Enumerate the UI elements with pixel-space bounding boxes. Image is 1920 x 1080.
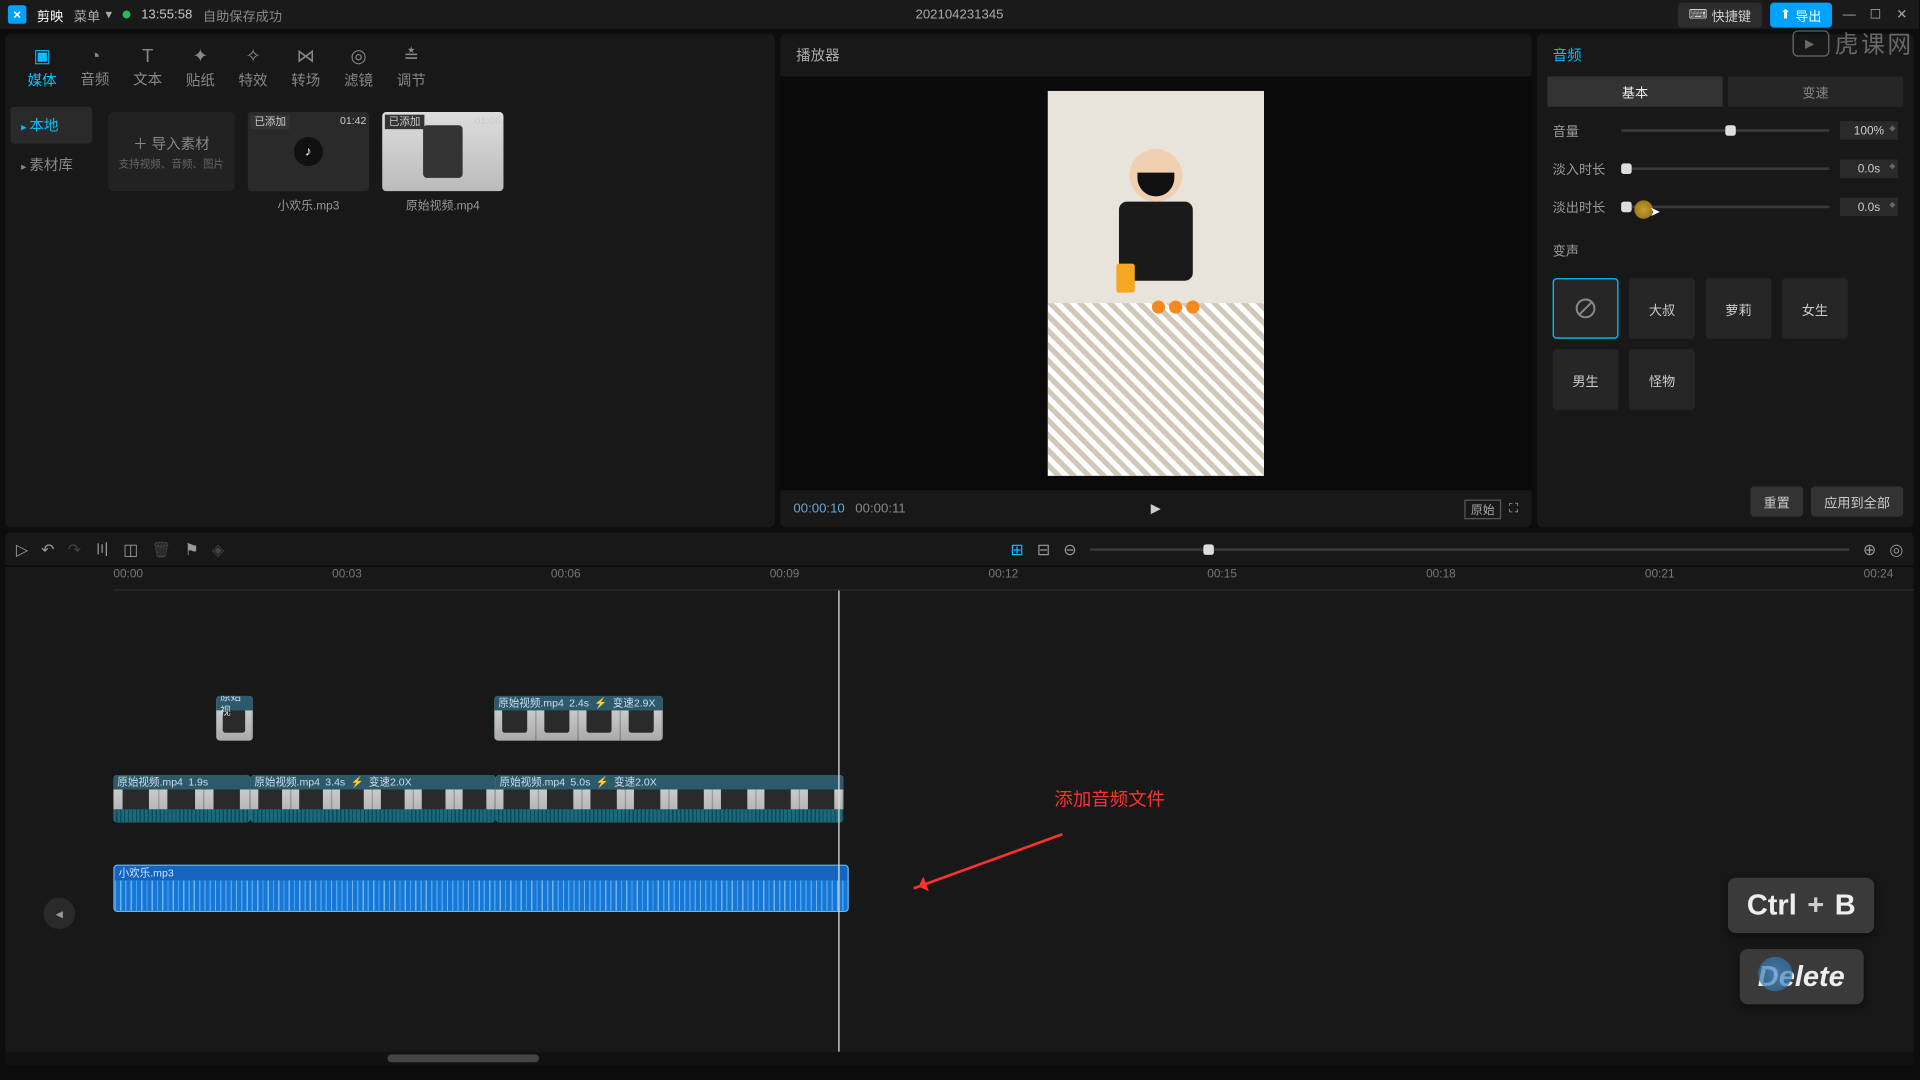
import-button[interactable]: ＋ 导入素材 支持视频、音频、图片 [108, 112, 235, 191]
time-ruler[interactable]: 00:00 00:03 00:06 00:09 00:12 00:15 00:1… [113, 567, 1913, 591]
fadein-slider[interactable] [1621, 167, 1829, 170]
props-title: 音频 [1537, 34, 1914, 76]
export-button[interactable]: ⬆ 导出 [1770, 2, 1832, 27]
tab-filter[interactable]: ◎滤镜 [332, 40, 385, 97]
tab-text[interactable]: T文本 [121, 40, 174, 97]
fadeout-label: 淡出时长 [1553, 196, 1611, 216]
annotation-arrow [913, 833, 1063, 890]
timecode-current: 00:00:10 [793, 501, 844, 515]
media-grid: ＋ 导入素材 支持视频、音频、图片 已添加 01:42 ♪ 小欢乐.mp3 已添… [98, 101, 775, 527]
voice-girl[interactable]: 女生 [1782, 278, 1848, 339]
upper-clip-1[interactable]: 原始视 [216, 696, 253, 741]
tab-adjust[interactable]: ≛调节 [385, 40, 438, 97]
app-name: 剪映 [37, 5, 63, 25]
maximize-icon[interactable]: ☐ [1866, 5, 1884, 23]
main-clip-1[interactable]: 原始视频.mp41.9s [113, 775, 250, 822]
ratio-button[interactable]: 原始 [1464, 499, 1501, 519]
zoom-fit-icon[interactable]: ◎ [1889, 540, 1903, 558]
delete-icon[interactable]: 🗑 [151, 540, 171, 558]
timeline-panel: ▷ ↶ ↷ 〣 ◫ 🗑 ⚑ ◈ ⊞ ⊟ ⊖ ⊕ ◎ 00:00 00:03 00… [5, 532, 1913, 1064]
audio-clip[interactable]: 小欢乐.mp3 [113, 865, 848, 912]
voice-boy[interactable]: 男生 [1553, 349, 1619, 410]
category-tabs: ▣媒体 ◔音频 T文本 ✦贴纸 ✧特效 ⋈转场 ◎滤镜 ≛调节 [5, 34, 775, 101]
tab-audio[interactable]: ◔音频 [69, 40, 122, 97]
voice-section-label: 变声 [1553, 240, 1898, 260]
reset-button[interactable]: 重置 [1750, 486, 1803, 516]
main-clip-2[interactable]: 原始视频.mp43.4s⚡变速2.0X [250, 775, 495, 822]
link-icon[interactable]: ⊟ [1037, 540, 1050, 558]
timecode-total: 00:00:11 [855, 501, 905, 515]
title-bar: ✕ 剪映 菜单▾ 13:55:58 自助保存成功 202104231345 ⌨ … [0, 0, 1919, 29]
voice-monster[interactable]: 怪物 [1629, 349, 1695, 410]
clock: 13:55:58 [141, 7, 192, 21]
sidebar-library[interactable]: 素材库 [11, 146, 93, 183]
track-area[interactable]: 原始视 原始视频.mp42.4s⚡变速2.9X 原始视频.mp41.9s 原始视… [113, 590, 1913, 1051]
media-clip-audio[interactable]: 已添加 01:42 ♪ 小欢乐.mp3 [248, 112, 369, 213]
app-logo: ✕ [8, 5, 26, 23]
marker-icon[interactable]: ◈ [212, 540, 224, 558]
props-tab-speed[interactable]: 变速 [1728, 76, 1903, 106]
main-clip-3[interactable]: 原始视频.mp45.0s⚡变速2.0X [496, 775, 844, 822]
fadein-value[interactable]: 0.0s [1840, 159, 1898, 177]
snap-icon[interactable]: ⊞ [1010, 540, 1023, 558]
redo-icon[interactable]: ↷ [68, 540, 81, 558]
tab-transition[interactable]: ⋈转场 [279, 40, 332, 97]
fullscreen-icon[interactable]: ⛶ [1509, 501, 1518, 515]
player-title: 播放器 [780, 34, 1531, 76]
media-sidebar: 本地 素材库 [5, 101, 97, 527]
zoom-out-icon[interactable]: ⊖ [1063, 540, 1076, 558]
fadein-label: 淡入时长 [1553, 158, 1611, 178]
preview-canvas[interactable] [780, 76, 1531, 490]
autosave-status: 自助保存成功 [203, 5, 282, 25]
voice-none[interactable] [1553, 278, 1619, 339]
close-icon[interactable]: ✕ [1893, 5, 1911, 23]
tab-sticker[interactable]: ✦贴纸 [174, 40, 227, 97]
flag-icon[interactable]: ⚑ [184, 540, 198, 558]
tab-media[interactable]: ▣媒体 [16, 40, 69, 97]
video-frame [1048, 91, 1264, 476]
voice-uncle[interactable]: 大叔 [1629, 278, 1695, 339]
timeline-scrollbar[interactable] [5, 1052, 1913, 1065]
voice-loli[interactable]: 萝莉 [1705, 278, 1771, 339]
crop-icon[interactable]: ◫ [123, 540, 138, 558]
properties-panel: 音频 基本 变速 音量 100% 淡入时长 0.0s 淡出时长 0.0s 变声 [1537, 34, 1914, 527]
annotation-text: 添加音频文件 [1054, 786, 1165, 812]
music-icon: ♪ [294, 137, 323, 166]
undo-icon[interactable]: ↶ [41, 540, 54, 558]
apply-all-button[interactable]: 应用到全部 [1811, 486, 1903, 516]
media-clip-video[interactable]: 已添加 01:06 原始视频.mp4 [382, 112, 503, 213]
shortcut-button[interactable]: ⌨ 快捷键 [1678, 2, 1762, 27]
sidebar-local[interactable]: 本地 [11, 107, 93, 144]
props-tab-basic[interactable]: 基本 [1547, 76, 1722, 106]
menu-dropdown[interactable]: 菜单▾ [74, 5, 112, 25]
play-button[interactable]: ▶ [1151, 501, 1161, 515]
keyboard-hint: Ctrl+B Delete [1728, 878, 1874, 1005]
volume-slider[interactable] [1621, 129, 1829, 132]
zoom-in-icon[interactable]: ⊕ [1863, 540, 1876, 558]
split-icon[interactable]: 〣 [94, 538, 110, 560]
upper-clip-2[interactable]: 原始视频.mp42.4s⚡变速2.9X [494, 696, 663, 741]
media-panel: ▣媒体 ◔音频 T文本 ✦贴纸 ✧特效 ⋈转场 ◎滤镜 ≛调节 本地 素材库 ＋… [5, 34, 775, 527]
volume-label: 音量 [1553, 120, 1611, 140]
volume-value[interactable]: 100% [1840, 121, 1898, 139]
track-toggle-button[interactable]: ◂ [43, 898, 75, 930]
fadeout-value[interactable]: 0.0s [1840, 197, 1898, 215]
tab-effects[interactable]: ✧特效 [227, 40, 280, 97]
minimize-icon[interactable]: — [1840, 5, 1858, 23]
status-dot [123, 11, 131, 19]
select-tool-icon[interactable]: ▷ [16, 540, 28, 558]
project-title: 202104231345 [916, 7, 1004, 21]
zoom-slider[interactable] [1090, 548, 1850, 551]
player-panel: 播放器 00:00:10 00:00:11 ▶ 原始 ⛶ [780, 34, 1531, 527]
fadeout-slider[interactable] [1621, 205, 1829, 208]
playhead[interactable] [838, 590, 839, 1051]
